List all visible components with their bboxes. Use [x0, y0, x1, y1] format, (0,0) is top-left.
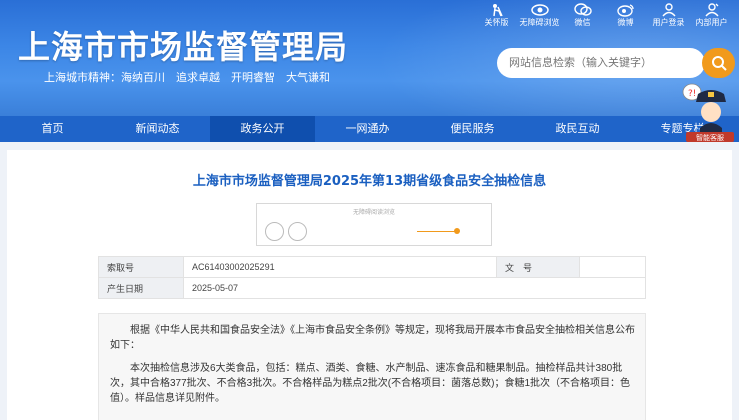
internal-user-icon: [704, 3, 719, 17]
city-slogan: 上海城市精神：海纳百川 追求卓越 开明睿智 大气谦和: [44, 72, 330, 84]
meta-index-value: AC61403002025291: [183, 256, 497, 278]
meta-date-label: 产生日期: [98, 277, 184, 299]
site-search: [497, 48, 735, 78]
article-title: 上海市市场监督管理局2025年第13期省级食品安全抽检信息: [192, 174, 547, 189]
user-icon: [661, 3, 676, 17]
nav-interaction[interactable]: 政民互动: [525, 116, 630, 142]
toplink-accessibility[interactable]: 无障碍浏览: [518, 2, 561, 28]
nav-public-services[interactable]: 便民服务: [420, 116, 525, 142]
smart-service-robot[interactable]: ?! 智能客服: [680, 80, 736, 142]
accessibility-eye-icon: [530, 4, 549, 16]
robot-label: 智能客服: [696, 133, 724, 142]
toplink-label: 微博: [617, 18, 634, 27]
robot-officer-icon: ?! 智能客服: [682, 83, 734, 142]
article-paragraph-1: 根据《中华人民共和国食品安全法》《上海市食品安全条例》等规定，现将我局开展本市食…: [110, 325, 635, 351]
toplink-label: 微信: [574, 18, 591, 27]
toplink-weibo[interactable]: 微博: [604, 2, 647, 28]
reading-tools: 无障碍阅读浏览: [256, 203, 492, 246]
weibo-icon: [616, 4, 634, 17]
svg-text:?!: ?!: [688, 89, 696, 99]
nav-news[interactable]: 新闻动态: [105, 116, 210, 142]
site-header: 上海市市场监督管理局 上海城市精神：海纳百川 追求卓越 开明睿智 大气谦和 关怀…: [0, 0, 739, 116]
toplink-user-login[interactable]: 用户登录: [647, 2, 690, 28]
toplink-label: 关怀版: [484, 18, 509, 27]
toplink-label: 无障碍浏览: [519, 18, 560, 27]
font-size-slider-handle[interactable]: [454, 228, 460, 234]
search-icon: [711, 56, 727, 71]
wechat-icon: [573, 3, 592, 16]
article-paragraph-2: 本次抽检信息涉及6大类食品，包括：糕点、酒类、食糖、水产制品、速冻食品和糖果制品…: [110, 363, 631, 404]
toplink-label: 用户登录: [652, 18, 685, 27]
toplink-wechat[interactable]: 微信: [561, 2, 604, 28]
search-button[interactable]: [702, 48, 735, 78]
font-size-slider-track[interactable]: [417, 231, 455, 232]
search-input[interactable]: [497, 48, 705, 78]
meta-date-value: 2025-05-07: [183, 277, 646, 299]
toplink-label: 内部用户: [695, 18, 728, 27]
font-decrease-button[interactable]: [288, 222, 307, 241]
site-title[interactable]: 上海市市场监督管理局: [18, 22, 348, 68]
article-meta-table: 索取号 AC61403002025291 文 号 产生日期 2025-05-07: [98, 256, 646, 299]
top-links: 关怀版 无障碍浏览 微信 微博 用户登录 内部用户: [475, 2, 733, 28]
font-increase-button[interactable]: [265, 222, 284, 241]
main-nav: 首页 新闻动态 政务公开 一网通办 便民服务 政民互动 专题专栏: [0, 116, 739, 142]
meta-doc-label: 文 号: [496, 256, 580, 278]
nav-home[interactable]: 首页: [0, 116, 105, 142]
toplink-internal-user[interactable]: 内部用户: [690, 2, 733, 28]
meta-doc-value: [579, 256, 646, 278]
nav-online-services[interactable]: 一网通办: [315, 116, 420, 142]
meta-index-label: 索取号: [98, 256, 184, 278]
reading-tools-tip: 无障碍阅读浏览: [352, 209, 395, 216]
nav-government-affairs[interactable]: 政务公开: [210, 116, 315, 142]
toplink-elder-care[interactable]: 关怀版: [475, 2, 518, 28]
elder-care-icon: [492, 4, 503, 17]
